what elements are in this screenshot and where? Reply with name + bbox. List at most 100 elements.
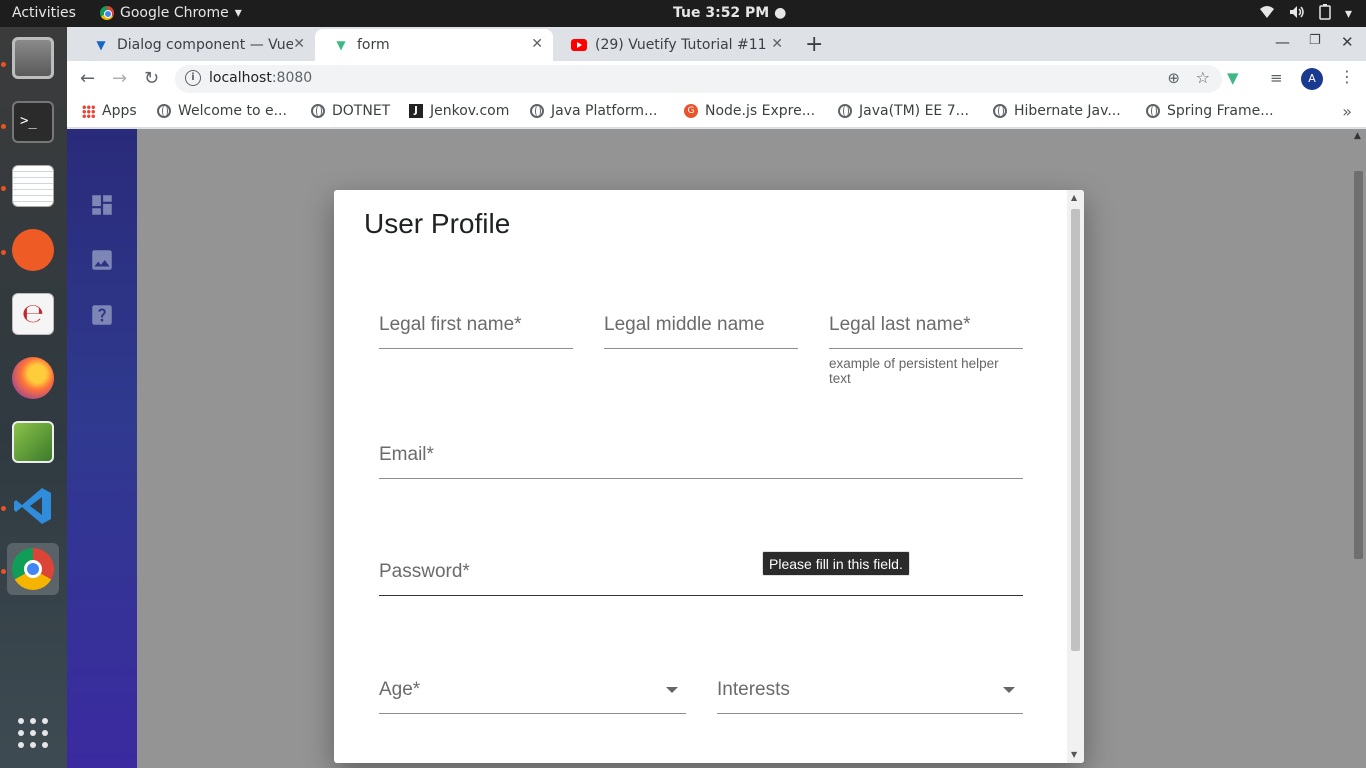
bookmark-label: DOTNET — [332, 103, 391, 119]
field-label: Legal middle name — [604, 314, 765, 335]
field-underline — [379, 595, 1023, 596]
tab-vuetify-tutorial[interactable]: (29) Vuetify Tutorial #11 - ✕ — [553, 29, 793, 61]
maximize-button[interactable]: ❐ — [1309, 33, 1321, 48]
interests-select[interactable]: Interests — [717, 679, 1023, 714]
vue-favicon-icon: ▼ — [336, 38, 346, 52]
last-name-field[interactable]: Legal last name* — [829, 314, 1023, 349]
back-button[interactable]: ← — [80, 68, 95, 89]
show-applications-button[interactable] — [7, 707, 59, 759]
more-bookmarks-button[interactable]: » — [1342, 102, 1352, 121]
chrome-launcher[interactable] — [7, 543, 59, 595]
field-label: Legal last name* — [829, 314, 971, 335]
scrollbar-thumb[interactable] — [1354, 171, 1363, 559]
terminal-launcher[interactable]: >_ — [7, 96, 59, 148]
page-scrollbar[interactable]: ▲ — [1351, 129, 1366, 768]
field-label: Age* — [379, 679, 421, 700]
zoom-icon[interactable]: ⊕ — [1167, 69, 1180, 87]
terminal-icon: >_ — [12, 101, 54, 143]
dropdown-arrow-icon — [666, 687, 678, 693]
bookmark-label: Node.js Expre... — [705, 103, 816, 119]
password-field[interactable]: Password* — [379, 561, 1023, 596]
firefox-icon — [12, 357, 54, 399]
running-indicator — [1, 124, 6, 129]
middle-name-field[interactable]: Legal middle name — [604, 314, 798, 349]
vuetify-favicon-icon: ▼ — [96, 38, 106, 52]
dashboard-icon[interactable] — [89, 192, 115, 218]
bookmark-label: Apps — [102, 103, 137, 119]
vscode-launcher[interactable] — [7, 480, 59, 532]
scroll-up-icon[interactable]: ▲ — [1071, 193, 1077, 202]
chrome-icon — [100, 6, 114, 20]
close-icon[interactable]: ✕ — [531, 36, 543, 52]
scroll-down-icon[interactable]: ▼ — [1071, 750, 1077, 759]
app-grid-icon — [18, 718, 48, 748]
volume-icon — [1289, 5, 1305, 23]
clock[interactable]: Tue 3:52 PM ● — [673, 5, 786, 21]
bookmark-item[interactable]: DOTNET — [311, 103, 390, 119]
tab-form[interactable]: ▼ form ✕ — [315, 29, 553, 61]
scroll-up-icon[interactable]: ▲ — [1354, 131, 1361, 141]
bookmark-item[interactable]: Java Platform... — [530, 103, 657, 119]
url-text[interactable]: localhost:8080 — [209, 70, 312, 86]
site-info-icon[interactable]: i — [185, 70, 201, 86]
address-bar[interactable]: i localhost:8080 ⊕ ☆ — [175, 65, 1222, 93]
bookmark-item[interactable]: Hibernate Jav... — [993, 103, 1121, 119]
browser-toolbar: ← → ↻ i localhost:8080 ⊕ ☆ ▼ ≡ A ⋮ — [67, 61, 1366, 97]
image-viewer-launcher[interactable] — [7, 416, 59, 468]
dialog-title: User Profile — [364, 208, 511, 239]
jenkov-icon: J — [409, 104, 423, 118]
youtube-favicon-icon — [571, 37, 587, 53]
globe-icon — [157, 104, 171, 118]
bookmark-item[interactable]: Spring Frame... — [1146, 103, 1274, 119]
globe-icon — [993, 104, 1007, 118]
image-icon[interactable] — [89, 247, 115, 273]
tab-title: form — [357, 37, 390, 53]
age-select[interactable]: Age* — [379, 679, 686, 714]
tab-dialog-component[interactable]: ▼ Dialog component — Vue ✕ — [75, 29, 315, 61]
postman-launcher[interactable] — [7, 224, 59, 276]
chrome-icon — [12, 548, 54, 590]
bookmark-item[interactable]: J Jenkov.com — [409, 103, 509, 119]
window-close-button[interactable]: ✕ — [1341, 33, 1354, 51]
new-tab-button[interactable]: + — [805, 32, 823, 57]
bookmarks-bar: Apps Welcome to e... DOTNET J Jenkov.com … — [67, 97, 1366, 128]
text-editor-icon — [12, 165, 54, 207]
reload-button[interactable]: ↻ — [144, 68, 159, 89]
field-underline — [604, 348, 798, 349]
scrollbar-thumb[interactable] — [1071, 209, 1080, 651]
firefox-launcher[interactable] — [7, 352, 59, 404]
system-tray[interactable]: ▾ — [1259, 4, 1352, 24]
globe-icon — [530, 104, 544, 118]
bookmark-item[interactable]: Welcome to e... — [157, 103, 287, 119]
app-menu-label: Google Chrome — [120, 5, 229, 21]
running-indicator — [1, 506, 6, 511]
close-icon[interactable]: ✕ — [293, 36, 305, 52]
profile-avatar[interactable]: A — [1301, 68, 1323, 90]
bookmark-apps[interactable]: Apps — [82, 103, 137, 119]
document-viewer-launcher[interactable]: ℮ — [7, 288, 59, 340]
help-icon[interactable] — [89, 302, 115, 328]
field-label: Legal first name* — [379, 314, 522, 335]
browser-menu-icon[interactable]: ⋮ — [1339, 67, 1355, 86]
text-editor-launcher[interactable] — [7, 160, 59, 212]
postman-icon — [12, 229, 54, 271]
close-icon[interactable]: ✕ — [771, 36, 783, 52]
forward-button[interactable]: → — [112, 68, 127, 89]
bookmark-label: Hibernate Jav... — [1014, 103, 1121, 119]
minimize-button[interactable]: — — [1275, 33, 1290, 51]
vue-devtools-extension-icon[interactable]: ▼ — [1227, 69, 1239, 87]
dropdown-arrow-icon — [1003, 687, 1015, 693]
files-launcher[interactable] — [7, 32, 59, 84]
activities-button[interactable]: Activities — [12, 5, 76, 21]
media-control-icon[interactable]: ≡ — [1270, 69, 1283, 87]
dialog-scrollbar[interactable]: ▲ ▼ — [1067, 190, 1084, 763]
bookmark-star-icon[interactable]: ☆ — [1196, 68, 1210, 87]
email-field[interactable]: Email* — [379, 444, 1023, 479]
bookmark-item[interactable]: Java(TM) EE 7... — [838, 103, 969, 119]
bookmark-item[interactable]: G Node.js Expre... — [684, 103, 815, 119]
globe-icon — [311, 104, 325, 118]
app-menu[interactable]: Google Chrome ▾ — [100, 5, 242, 21]
first-name-field[interactable]: Legal first name* — [379, 314, 573, 349]
tab-title: (29) Vuetify Tutorial #11 - — [595, 37, 769, 53]
globe-icon — [838, 104, 852, 118]
